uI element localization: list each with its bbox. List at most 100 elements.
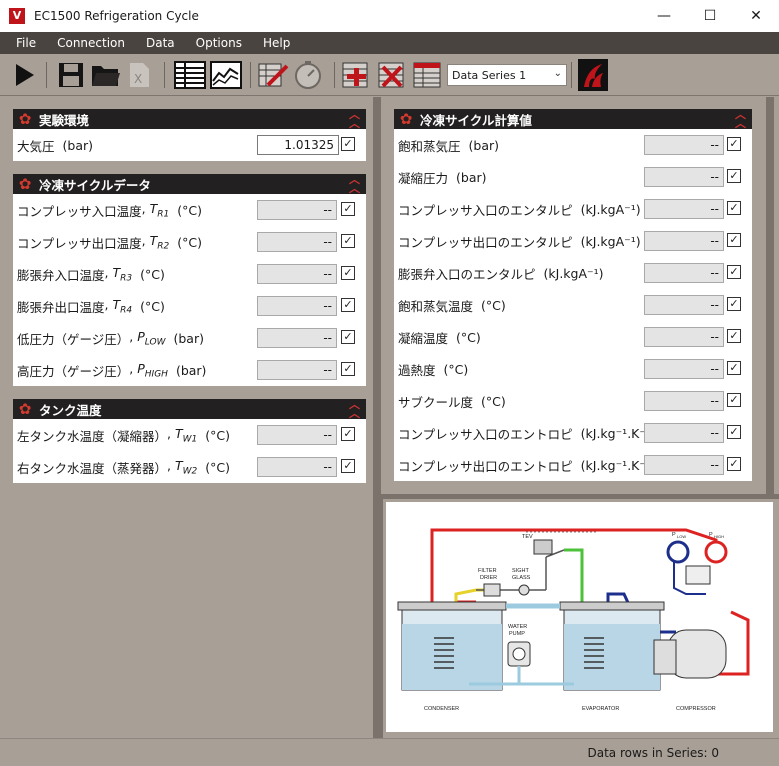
collapse-icon[interactable]: ︿ ︿ bbox=[349, 174, 360, 194]
value-field[interactable]: -- bbox=[257, 328, 337, 348]
value-field[interactable]: -- bbox=[257, 200, 337, 220]
row-checkbox[interactable]: ✓ bbox=[727, 233, 741, 247]
maximize-button[interactable]: ☐ bbox=[687, 0, 733, 32]
glass-label: GLASS bbox=[512, 575, 531, 581]
row-checkbox[interactable]: ✓ bbox=[341, 266, 355, 280]
series-dropdown[interactable]: Data Series 1 ⌄ bbox=[447, 64, 567, 86]
row-checkbox[interactable]: ✓ bbox=[341, 362, 355, 376]
delete-row-icon[interactable] bbox=[378, 60, 410, 90]
menu-help[interactable]: Help bbox=[263, 36, 290, 50]
value-field[interactable]: -- bbox=[644, 391, 724, 411]
row-unit: (°C) bbox=[140, 266, 165, 282]
row-checkbox[interactable]: ✓ bbox=[341, 427, 355, 441]
calculated-values-header[interactable]: ✿ 冷凍サイクル計算値 ︿ ︿ bbox=[394, 109, 752, 129]
table-view-icon[interactable] bbox=[174, 60, 206, 90]
menu-data[interactable]: Data bbox=[146, 36, 175, 50]
value-field[interactable]: -- bbox=[644, 295, 724, 315]
close-button[interactable]: ✕ bbox=[733, 0, 779, 32]
value-field[interactable]: -- bbox=[257, 264, 337, 284]
row-checkbox[interactable]: ✓ bbox=[727, 169, 741, 183]
horizontal-splitter[interactable] bbox=[381, 494, 779, 499]
value-field[interactable]: -- bbox=[257, 457, 337, 477]
row-unit: (kJ.kgA⁻¹) bbox=[580, 201, 641, 217]
open-folder-icon[interactable] bbox=[90, 60, 122, 90]
toolbar: X bbox=[0, 54, 779, 96]
value-field[interactable]: -- bbox=[644, 263, 724, 283]
row-checkbox[interactable]: ✓ bbox=[727, 265, 741, 279]
add-row-icon[interactable] bbox=[342, 60, 374, 90]
value-field[interactable]: -- bbox=[644, 199, 724, 219]
collapse-icon[interactable]: ︿ ︿ bbox=[735, 109, 746, 129]
series-table-icon[interactable] bbox=[412, 60, 444, 90]
toolbar-separator bbox=[250, 62, 251, 88]
condenser-label: CONDENSER bbox=[424, 706, 459, 712]
filter-label: FILTER bbox=[478, 568, 497, 574]
minimize-button[interactable]: — bbox=[641, 0, 687, 32]
calc-row: コンプレッサ出口のエントロピ (kJ.kg⁻¹.K⁻¹) -- ✓ bbox=[394, 449, 752, 481]
row-checkbox[interactable]: ✓ bbox=[341, 234, 355, 248]
row-checkbox[interactable]: ✓ bbox=[727, 361, 741, 375]
value-field[interactable]: -- bbox=[257, 360, 337, 380]
phigh-label: P bbox=[709, 532, 713, 538]
drier-label: DRIER bbox=[480, 575, 497, 581]
row-checkbox[interactable]: ✓ bbox=[341, 330, 355, 344]
refrigeration-diagram: TEV FILTER DRIER SIGHT GLASS WATER PUMP … bbox=[386, 502, 773, 732]
value-field[interactable]: -- bbox=[644, 167, 724, 187]
row-checkbox[interactable]: ✓ bbox=[341, 202, 355, 216]
menu-connection[interactable]: Connection bbox=[57, 36, 125, 50]
tank-temperature-header[interactable]: ✿ タンク温度 ︿ ︿ bbox=[13, 399, 366, 419]
cycle-data-header[interactable]: ✿ 冷凍サイクルデータ ︿ ︿ bbox=[13, 174, 366, 194]
collapse-icon[interactable]: ︿ ︿ bbox=[349, 399, 360, 419]
status-bar: Data rows in Series: 0 bbox=[0, 738, 779, 766]
row-label: コンプレッサ入口のエントロピ bbox=[398, 426, 573, 442]
row-checkbox[interactable]: ✓ bbox=[341, 459, 355, 473]
row-label: コンプレッサ入口のエンタルピ bbox=[398, 202, 573, 218]
cycle-row: コンプレッサ出口温度, TR2 (°C) -- ✓ bbox=[13, 226, 366, 258]
value-field[interactable]: -- bbox=[644, 327, 724, 347]
row-checkbox[interactable]: ✓ bbox=[727, 201, 741, 215]
compressor-label: COMPRESSOR bbox=[676, 706, 716, 712]
export-excel-icon[interactable]: X bbox=[126, 60, 152, 90]
row-checkbox[interactable]: ✓ bbox=[727, 425, 741, 439]
timer-icon[interactable] bbox=[292, 60, 324, 90]
play-icon[interactable] bbox=[10, 60, 38, 90]
cycle-row: コンプレッサ入口温度, TR1 (°C) -- ✓ bbox=[13, 194, 366, 226]
row-checkbox[interactable]: ✓ bbox=[727, 329, 741, 343]
row-checkbox[interactable]: ✓ bbox=[341, 298, 355, 312]
menu-file[interactable]: File bbox=[16, 36, 36, 50]
value-field[interactable]: -- bbox=[257, 232, 337, 252]
atmospheric-pressure-input[interactable]: 1.01325 bbox=[257, 135, 339, 155]
row-label: 低圧力（ゲージ圧） bbox=[17, 331, 130, 347]
toolbar-separator bbox=[334, 62, 335, 88]
value-field[interactable]: -- bbox=[644, 359, 724, 379]
menu-options[interactable]: Options bbox=[196, 36, 242, 50]
menu-bar: File Connection Data Options Help bbox=[0, 32, 779, 54]
collapse-icon[interactable]: ︿ ︿ bbox=[349, 109, 360, 129]
value-field[interactable]: -- bbox=[644, 135, 724, 155]
value-field[interactable]: -- bbox=[644, 423, 724, 443]
row-checkbox[interactable]: ✓ bbox=[341, 137, 355, 151]
value-field[interactable]: -- bbox=[644, 231, 724, 251]
diagram-border bbox=[381, 499, 383, 738]
row-symbol: , TW2 bbox=[167, 457, 198, 477]
graph-view-icon[interactable] bbox=[210, 60, 242, 90]
edit-table-icon[interactable] bbox=[258, 60, 290, 90]
row-checkbox[interactable]: ✓ bbox=[727, 457, 741, 471]
vertical-splitter[interactable] bbox=[373, 97, 381, 738]
row-checkbox[interactable]: ✓ bbox=[727, 297, 741, 311]
chevron-down-icon: ⌄ bbox=[553, 68, 562, 79]
row-label: コンプレッサ出口温度 bbox=[17, 235, 142, 251]
tank-temperature-section: ✿ タンク温度 ︿ ︿ 左タンク水温度（凝縮器）, TW1 (°C) -- ✓ 右タンク水… bbox=[13, 399, 366, 483]
tev-label: TEV bbox=[522, 534, 533, 540]
value-field[interactable]: -- bbox=[257, 425, 337, 445]
value-field[interactable]: -- bbox=[644, 455, 724, 475]
environment-header[interactable]: ✿ 実験環境 ︿ ︿ bbox=[13, 109, 366, 129]
row-checkbox[interactable]: ✓ bbox=[727, 137, 741, 151]
env-row-pressure: 大気圧 (bar) 1.01325 ✓ bbox=[13, 129, 366, 161]
company-logo-icon[interactable] bbox=[578, 59, 608, 91]
row-checkbox[interactable]: ✓ bbox=[727, 393, 741, 407]
value-field[interactable]: -- bbox=[257, 296, 337, 316]
save-icon[interactable] bbox=[56, 60, 86, 90]
cycle-row: 膨張弁入口温度, TR3 (°C) -- ✓ bbox=[13, 258, 366, 290]
environment-title: 実験環境 bbox=[39, 112, 90, 128]
